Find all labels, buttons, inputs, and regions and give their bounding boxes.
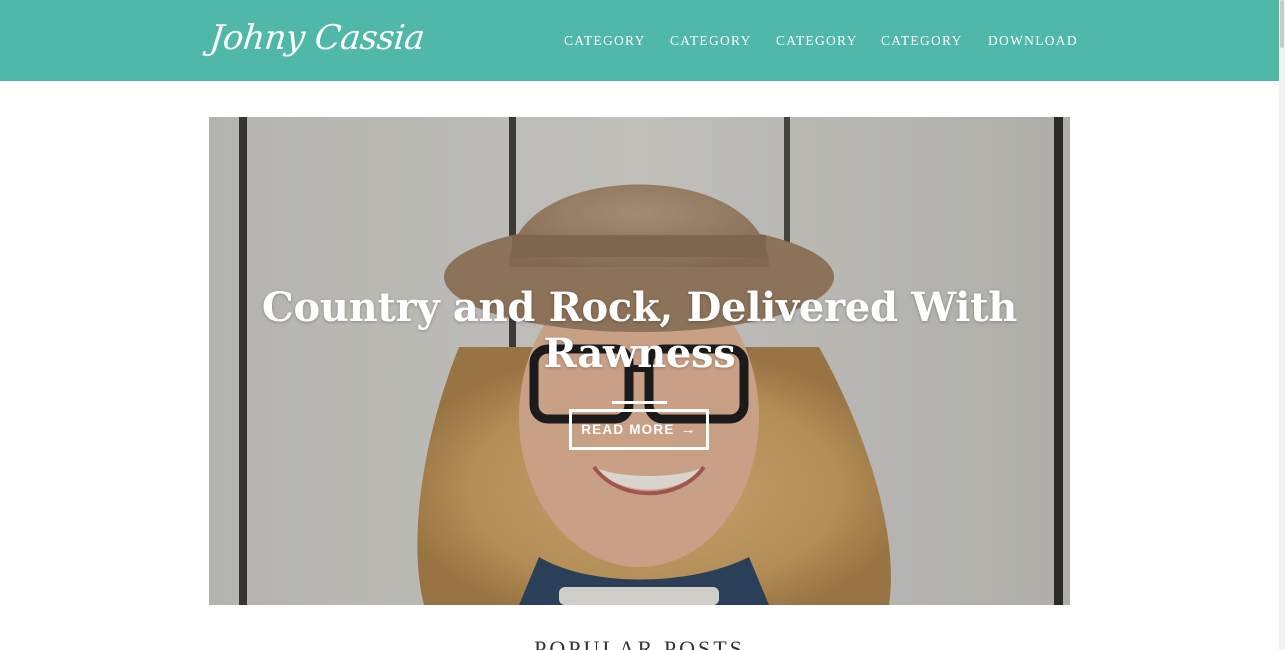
hero-divider (612, 401, 667, 404)
nav-item-category-2[interactable]: CATEGORY (670, 33, 752, 49)
hero-banner: Country and Rock, Delivered With Rawness… (209, 117, 1070, 605)
page-scrollbar[interactable] (1279, 0, 1285, 650)
nav-item-category-4[interactable]: CATEGORY (881, 33, 963, 49)
hero-title[interactable]: Country and Rock, Delivered With Rawness (209, 285, 1070, 377)
nav-item-download[interactable]: DOWNLOAD (988, 33, 1078, 49)
read-more-label: READ MORE (581, 422, 675, 437)
main-nav: CATEGORY CATEGORY CATEGORY CATEGORY DOWN… (0, 33, 1279, 49)
hero-title-line-1: Country and Rock, Delivered With (261, 284, 1018, 331)
nav-item-category-1[interactable]: CATEGORY (564, 33, 646, 49)
arrow-right-icon: → (680, 421, 697, 438)
read-more-button[interactable]: READ MORE → (569, 409, 709, 450)
site-header: Johny Cassia CATEGORY CATEGORY CATEGORY … (0, 0, 1279, 81)
nav-item-category-3[interactable]: CATEGORY (776, 33, 858, 49)
scrollbar-thumb[interactable] (1280, 0, 1284, 48)
popular-posts-heading: POPULAR POSTS (534, 636, 745, 650)
hero-title-line-2: Rawness (543, 330, 736, 377)
